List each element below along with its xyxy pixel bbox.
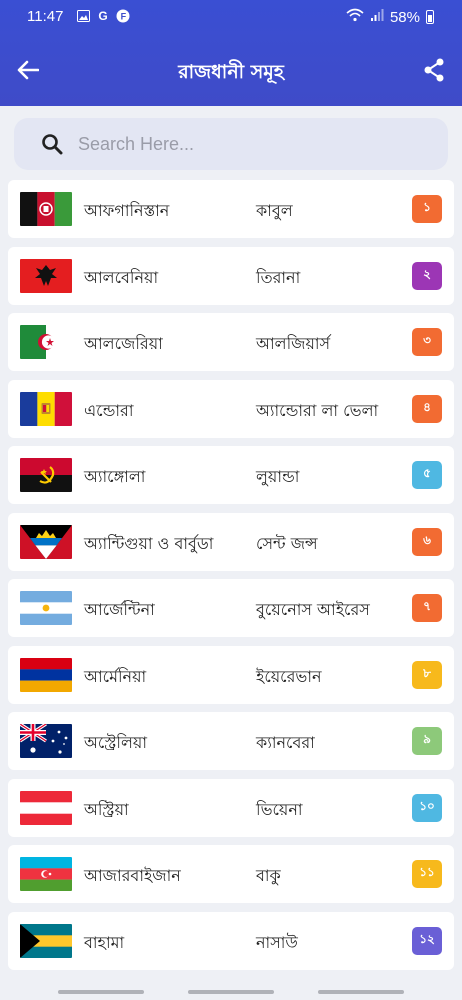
google-icon: G [98,9,108,23]
wifi-icon [346,8,364,26]
country-name: আফগানিস্তান [84,201,170,220]
capital-name: বুয়েনোস আইরেস [256,600,370,619]
list-item[interactable]: অস্ট্রেলিয়া ক্যানবেরা ৯ [8,712,454,770]
flag-icon [20,923,72,958]
flag-icon [20,524,72,559]
serial-number-badge: ১০ [412,793,442,822]
flag-icon [20,391,72,426]
list-item[interactable]: আর্জেন্টিনা বুয়েনোস আইরেস ৭ [8,579,454,637]
country-name: আজারবাইজান [84,866,181,885]
list-item[interactable]: আর্মেনিয়া ইয়েরেভান ৮ [8,645,454,704]
list-item[interactable]: আলজেরিয়া আলজিয়ার্স ৩ [8,313,454,371]
capital-name: ক্যানবেরা [256,733,315,752]
country-name: অ্যাঙ্গোলা [84,467,146,486]
serial-number-badge: ১ [412,195,442,223]
page-title: রাজধানী সমূহ [178,61,284,83]
serial-number-badge: ৮ [412,660,442,689]
svg-text:F: F [121,12,127,22]
serial-number-badge: ৪ [412,394,442,423]
flag-icon [20,790,72,825]
battery-percent: 58% [389,8,420,26]
serial-number-badge: ১১ [412,860,442,888]
country-name: অস্ট্রেলিয়া [84,733,147,752]
flag-icon [20,657,72,692]
serial-number-badge: ৬ [412,527,442,556]
list-item[interactable]: আলবেনিয়া তিরানা ২ [8,246,454,305]
capital-name: সেন্ট জন্স [256,533,318,553]
search-input[interactable] [78,133,398,155]
capital-name: অ্যান্ডোরা লা ভেলা [256,400,379,420]
country-name: আলবেনিয়া [84,267,159,287]
country-name: আলজেরিয়া [84,334,163,353]
list-item[interactable]: এন্ডোরা অ্যান্ডোরা লা ভেলা ৪ [8,379,454,438]
app-bar: রাজধানী সমূহ [0,44,462,96]
serial-number-badge: ২ [412,261,442,290]
battery-icon [426,10,434,24]
country-name: আর্জেন্টিনা [84,600,155,619]
nav-handle-right[interactable] [318,990,404,994]
nav-handle-left[interactable] [58,990,144,994]
capitals-list: আফগানিস্তান কাবুল ১ আলবেনিয়া তিরানা ২ আলজেরিয… [8,180,454,978]
flag-icon [20,458,72,492]
flag-icon [20,258,72,293]
flag-icon [20,724,72,758]
list-item[interactable]: আজারবাইজান বাকু ১১ [8,845,454,903]
flag-icon [20,192,72,226]
capital-name: বাকু [256,866,281,885]
capital-name: নাসাউ [256,932,298,952]
country-name: বাহামা [84,932,125,952]
serial-number-badge: ১২ [412,926,442,955]
app-header: 11:47 G F 58% রাজধানী সমূহ [0,0,462,106]
capital-name: ভিয়েনা [256,799,303,819]
country-name: অ্যান্টিগুয়া ও বার্বুডা [84,533,214,553]
list-item[interactable]: অস্ট্রিয়া ভিয়েনা ১০ [8,778,454,837]
search-bar[interactable] [14,118,448,170]
list-item[interactable]: বাহামা নাসাউ ১২ [8,911,454,970]
flag-icon [20,591,72,625]
flag-icon [20,857,72,891]
list-item[interactable]: আফগানিস্তান কাবুল ১ [8,180,454,238]
f-app-icon: F [116,9,130,23]
list-item[interactable]: অ্যাঙ্গোলা লুয়ান্ডা ৫ [8,446,454,504]
list-item[interactable]: অ্যান্টিগুয়া ও বার্বুডা সেন্ট জন্স ৬ [8,512,454,571]
capital-name: লুয়ান্ডা [256,467,300,486]
country-name: এন্ডোরা [84,400,134,420]
country-name: অস্ট্রিয়া [84,799,129,819]
status-bar: 11:47 G F 58% [0,0,462,34]
search-icon [40,132,64,156]
serial-number-badge: ৭ [412,594,442,622]
signal-icon [370,8,384,26]
capital-name: ইয়েরেভান [256,666,322,686]
share-icon [424,58,444,82]
country-name: আর্মেনিয়া [84,666,147,686]
status-time: 11:47 [27,8,64,25]
image-icon [76,9,90,23]
flag-icon [20,325,72,359]
capital-name: আলজিয়ার্স [256,334,331,353]
serial-number-badge: ৯ [412,727,442,755]
serial-number-badge: ৩ [412,328,442,356]
nav-handle-center[interactable] [188,990,274,994]
gesture-nav-bar [0,986,462,1000]
serial-number-badge: ৫ [412,461,442,489]
capital-name: কাবুল [256,201,293,220]
notification-icons: G F [76,9,130,23]
share-button[interactable] [420,56,448,84]
capital-name: তিরানা [256,267,301,287]
system-icons: 58% [346,8,434,26]
